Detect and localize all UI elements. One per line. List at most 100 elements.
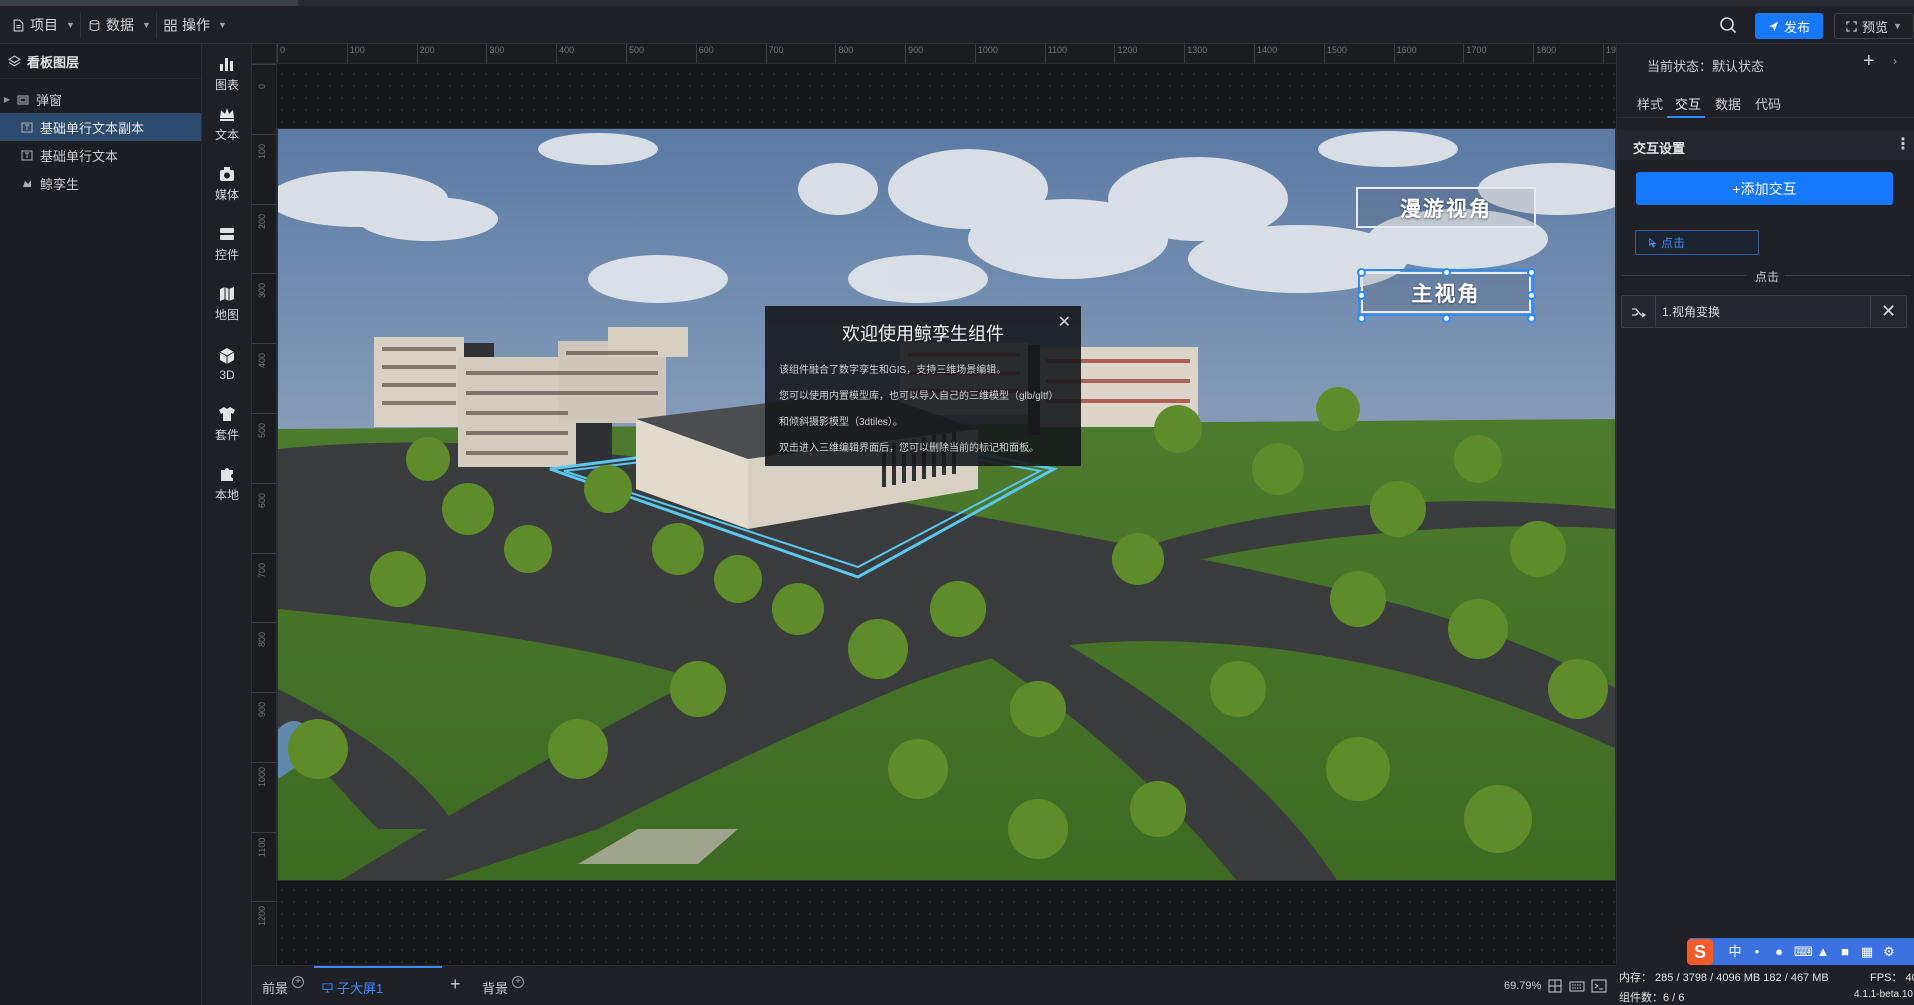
chinese-mode-icon[interactable]: 中 bbox=[1728, 945, 1742, 959]
ruler-top[interactable]: 0 100 200 300 400 500 600 700 800 900 1000 1100 1200… bbox=[277, 44, 1616, 64]
layer-item-label: 鲸孪生 bbox=[40, 176, 80, 192]
memory-readout: 内存： 285 / 3798 / 4096 MB 182 / 467 MB bbox=[1619, 972, 1829, 984]
event-label: 点击 bbox=[1755, 270, 1780, 284]
layer-item-text-copy[interactable]: 基础单行文本副本 bbox=[0, 113, 201, 141]
layer-item-twin[interactable]: 鲸孪生 bbox=[0, 169, 201, 197]
component-media[interactable]: 媒体 bbox=[202, 160, 252, 208]
ruler-tick: 1400 bbox=[1254, 44, 1277, 63]
add-screen-button[interactable]: + bbox=[450, 974, 461, 995]
menu-divider bbox=[80, 12, 81, 38]
component-local[interactable]: 本地 bbox=[202, 460, 252, 508]
preview-label: 预览 bbox=[1862, 19, 1889, 35]
ruler-tick: 1000 bbox=[252, 761, 276, 832]
tab-strip bbox=[0, 0, 1914, 6]
component-count: 组件数：6 / 6 bbox=[1619, 992, 1685, 1004]
search-icon[interactable] bbox=[1717, 14, 1739, 36]
caret-right-icon[interactable]: ▶ bbox=[0, 95, 14, 104]
cube-icon bbox=[219, 347, 235, 364]
menu-operation[interactable]: 操作 ▼ bbox=[164, 14, 227, 36]
state-label: 当前状态：默认状态 bbox=[1647, 59, 1765, 74]
screen-tab[interactable]: 子大屏1 bbox=[322, 978, 383, 997]
active-tab-underline bbox=[314, 966, 442, 968]
welcome-dialog[interactable]: 欢迎使用鲸孪生组件 ✕ 该组件融合了数字孪生和GIS，支持三维场景编辑。 您可以… bbox=[765, 306, 1081, 466]
layer-item-text[interactable]: 基础单行文本 bbox=[0, 141, 201, 169]
add-state-icon[interactable]: + bbox=[1863, 50, 1875, 73]
resize-handle[interactable] bbox=[1527, 268, 1536, 277]
welcome-line: 您可以使用内置模型库，也可以导入自己的三维模型（glb/gltf） bbox=[779, 391, 1059, 402]
action-item[interactable]: 1.视角变换 ✕ bbox=[1621, 295, 1907, 328]
chevron-right-icon[interactable]: › bbox=[1893, 54, 1897, 68]
ruler-tick: 1500 bbox=[1323, 44, 1347, 63]
shuffle-icon[interactable] bbox=[1622, 296, 1656, 327]
preview-button[interactable]: 预览 ▼ bbox=[1834, 13, 1914, 39]
component-text[interactable]: 文本 bbox=[202, 100, 252, 148]
more-vertical-icon[interactable]: ⋮ bbox=[1895, 134, 1911, 154]
component-3d[interactable]: 3D bbox=[202, 340, 252, 388]
ruler-tick: 200 bbox=[252, 203, 276, 274]
resize-handle[interactable] bbox=[1357, 291, 1366, 300]
database-icon bbox=[89, 19, 100, 31]
ruler-tick: 1100 bbox=[252, 831, 276, 902]
background-tab[interactable]: 背景 + bbox=[482, 975, 525, 997]
component-label: 图表 bbox=[214, 78, 239, 92]
publish-button[interactable]: 发布 bbox=[1755, 13, 1823, 39]
add-interaction-button[interactable]: +添加交互 bbox=[1636, 172, 1893, 205]
roam-view-button[interactable]: 漫游视角 bbox=[1356, 187, 1536, 228]
settings-icon[interactable]: ⚙ bbox=[1882, 945, 1896, 959]
resize-handle[interactable] bbox=[1442, 268, 1451, 277]
terminal-icon[interactable] bbox=[1591, 979, 1607, 993]
add-circle-icon[interactable]: + bbox=[512, 975, 525, 988]
layer-item-popup[interactable]: ▶ 弹窗 bbox=[0, 85, 201, 113]
resize-handle[interactable] bbox=[1527, 314, 1536, 323]
ime-toolbar[interactable]: S 中 • ● ⌨ ▲ ■ ▦ ⚙ bbox=[1687, 938, 1914, 966]
main-view-button[interactable]: 主视角 bbox=[1358, 269, 1534, 316]
background-label: 背景 bbox=[482, 981, 509, 996]
tab-style[interactable]: 样式 bbox=[1637, 94, 1663, 113]
twin-scene[interactable]: 漫游视角 主视角 欢迎使用鲸孪生组件 ✕ 该组件融合了数字孪生和GIS，支持三维… bbox=[277, 128, 1616, 881]
close-icon[interactable]: ✕ bbox=[1058, 312, 1071, 332]
top-bar: 项目 ▼ 数据 ▼ 操作 ▼ 发布 预览 ▼ bbox=[0, 0, 1914, 44]
apps-icon[interactable]: ▦ bbox=[1860, 945, 1874, 959]
zoom-level[interactable]: 69.79% bbox=[1504, 980, 1541, 992]
microphone-icon[interactable]: ● bbox=[1772, 945, 1786, 959]
ruler-tick: 900 bbox=[905, 44, 923, 63]
resize-handle[interactable] bbox=[1357, 268, 1366, 277]
menu-project[interactable]: 项目 ▼ bbox=[12, 14, 75, 36]
event-divider: 点击 bbox=[1617, 268, 1914, 284]
layer-panel: 看板图层 ▶ 弹窗 基础单行文本副本 基础单行文本 鲸孪生 bbox=[0, 44, 202, 1005]
keyboard-icon[interactable] bbox=[1569, 979, 1585, 993]
component-kit[interactable]: 套件 bbox=[202, 400, 252, 448]
ruler-tick: 1800 bbox=[1533, 44, 1556, 63]
trigger-click-chip[interactable]: 点击 bbox=[1635, 230, 1759, 255]
fit-screen-icon[interactable] bbox=[1547, 979, 1563, 993]
component-widget[interactable]: 控件 bbox=[202, 220, 252, 268]
menu-data[interactable]: 数据 ▼ bbox=[88, 14, 151, 36]
ruler-tick: 100 bbox=[346, 44, 365, 63]
component-chart[interactable]: 图表 bbox=[202, 50, 252, 98]
add-circle-icon[interactable]: + bbox=[292, 975, 305, 988]
close-icon[interactable]: ✕ bbox=[1870, 296, 1906, 327]
ruler-left[interactable]: 0 100 200 300 400 500 600 700 800 900 1000 1100 1200 bbox=[252, 64, 277, 965]
layer-panel-title: 看板图层 bbox=[27, 54, 80, 70]
pointer-icon bbox=[1649, 237, 1657, 248]
tab-data[interactable]: 数据 bbox=[1715, 94, 1741, 113]
resize-handle[interactable] bbox=[1442, 314, 1451, 323]
scene-image bbox=[278, 129, 1615, 880]
foreground-tab[interactable]: 前景 + bbox=[262, 975, 305, 997]
layers-icon bbox=[8, 54, 21, 66]
tab-strip-active[interactable] bbox=[0, 0, 298, 6]
tab-interaction[interactable]: 交互 bbox=[1675, 94, 1701, 113]
resize-handle[interactable] bbox=[1357, 314, 1366, 323]
component-map[interactable]: 地图 bbox=[202, 280, 252, 328]
keyboard-icon[interactable]: ⌨ bbox=[1794, 945, 1813, 959]
layer-item-label: 弹窗 bbox=[36, 92, 63, 108]
tab-code[interactable]: 代码 bbox=[1755, 94, 1781, 113]
resize-handle[interactable] bbox=[1527, 291, 1536, 300]
chevron-down-icon: ▼ bbox=[1893, 21, 1902, 31]
sogou-logo-icon[interactable]: S bbox=[1687, 939, 1713, 965]
punctuation-icon[interactable]: • bbox=[1750, 945, 1764, 959]
skin-icon[interactable]: ▲ bbox=[1816, 945, 1830, 959]
ruler-tick: 500 bbox=[625, 44, 644, 63]
toolbox-icon[interactable]: ■ bbox=[1838, 945, 1852, 959]
menu-project-label: 项目 bbox=[30, 17, 58, 33]
